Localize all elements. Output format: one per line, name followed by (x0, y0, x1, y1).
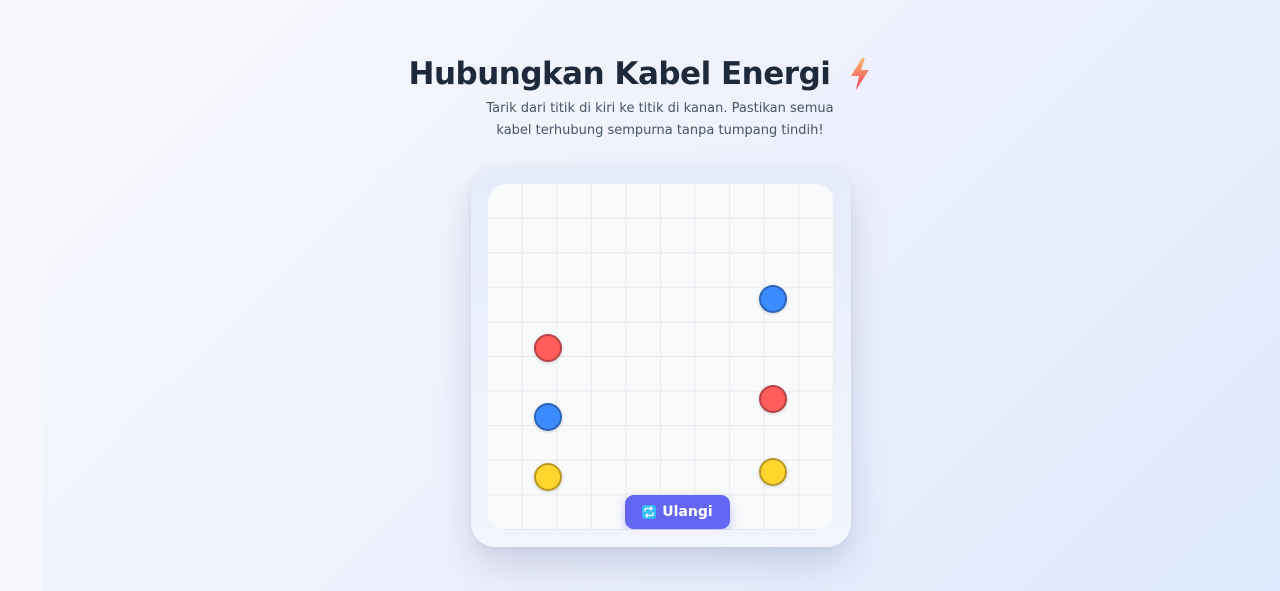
right-dot-red[interactable] (759, 385, 787, 413)
left-dot-yellow[interactable] (534, 463, 562, 491)
instructions-text: Tarik dari titik di kiri ke titik di kan… (486, 101, 834, 138)
game-board-frame: Ulangi (471, 167, 851, 547)
reset-button-label: Ulangi (662, 504, 713, 520)
page-title: Hubungkan Kabel Energi (408, 56, 831, 92)
header: Hubungkan Kabel Energi (0, 56, 1280, 92)
repeat-icon (642, 505, 657, 519)
lightning-bolt-icon (849, 57, 871, 91)
right-dot-blue[interactable] (759, 285, 787, 313)
reset-button[interactable]: Ulangi (625, 495, 730, 529)
left-dot-red[interactable] (534, 334, 562, 362)
left-dot-blue[interactable] (534, 403, 562, 431)
right-dot-yellow[interactable] (759, 458, 787, 486)
game-board[interactable]: Ulangi (488, 184, 834, 530)
